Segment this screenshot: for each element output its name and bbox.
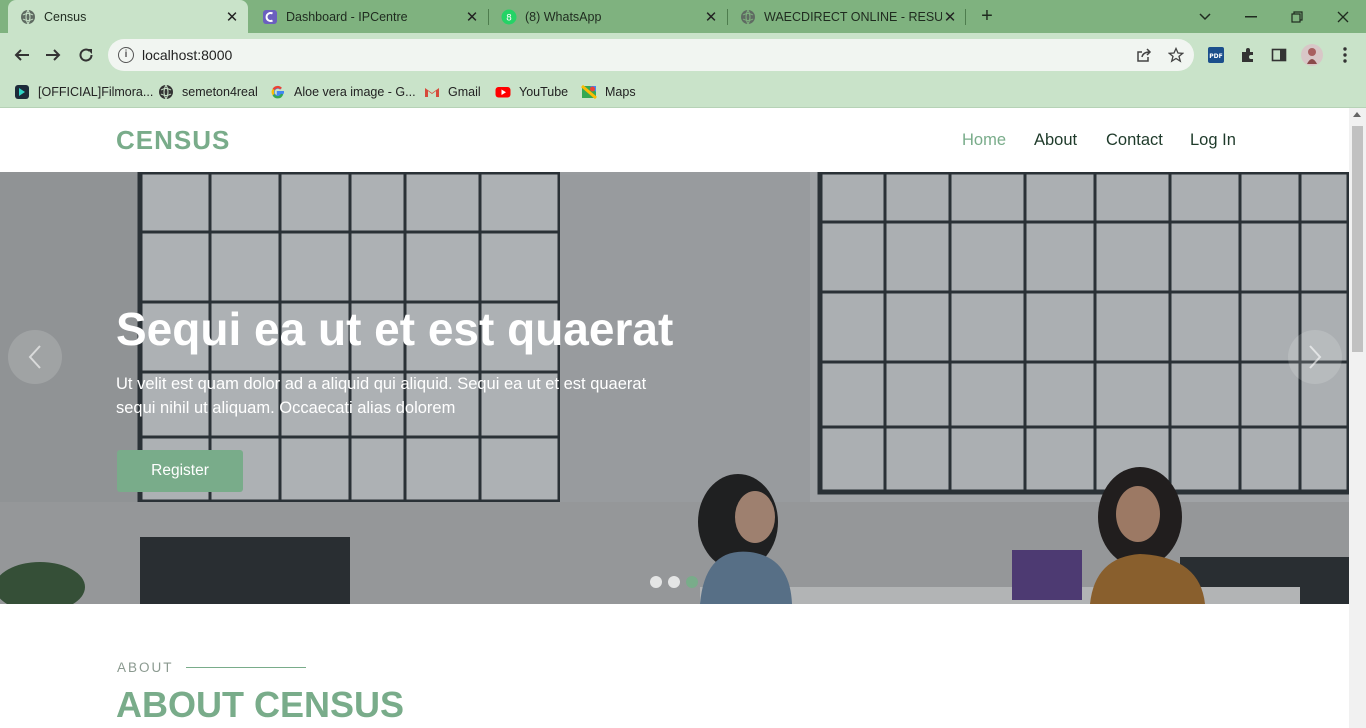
profile-avatar-icon[interactable]: [1301, 44, 1323, 66]
about-title: ABOUT CENSUS: [116, 684, 405, 725]
filmora-icon: [14, 84, 30, 100]
site-info-icon[interactable]: i: [118, 47, 134, 63]
share-icon[interactable]: [1135, 46, 1153, 64]
bookmark-label: semeton4real: [182, 85, 258, 99]
globe-icon: [158, 84, 174, 100]
gmail-icon: [424, 84, 440, 100]
bookmark-label: Maps: [605, 85, 636, 99]
carousel-next-button[interactable]: [1288, 330, 1342, 384]
svg-text:8: 8: [506, 13, 512, 23]
site-header: CENSUS Home About Contact Log In: [0, 108, 1349, 172]
restore-icon[interactable]: [1274, 0, 1320, 33]
globe-icon: [740, 9, 756, 25]
register-button[interactable]: Register: [117, 450, 243, 492]
scroll-up-arrow-icon[interactable]: [1353, 112, 1361, 117]
page-scrollbar[interactable]: [1349, 108, 1366, 728]
close-window-icon[interactable]: [1320, 0, 1366, 33]
pdf-extension-icon[interactable]: PDF: [1207, 46, 1225, 64]
scrollbar-thumb[interactable]: [1352, 126, 1363, 352]
bookmark-star-icon[interactable]: [1167, 46, 1185, 64]
tab-ipcentre[interactable]: Dashboard - IPCentre ✕: [250, 0, 488, 33]
browser-toolbar: i localhost:8000 PDF: [0, 33, 1366, 77]
extensions-puzzle-icon[interactable]: [1239, 46, 1257, 64]
about-label-text: ABOUT: [117, 660, 174, 675]
close-icon[interactable]: ✕: [224, 8, 240, 26]
bookmark-maps[interactable]: Maps: [581, 82, 636, 102]
tab-search-icon[interactable]: [1182, 0, 1228, 33]
bookmark-youtube[interactable]: YouTube: [495, 82, 568, 102]
chevron-left-icon: [28, 345, 41, 369]
nav-login[interactable]: Log In: [1190, 131, 1236, 150]
bookmark-filmora[interactable]: [OFFICIAL]Filmora...: [14, 82, 153, 102]
site-logo[interactable]: CENSUS: [116, 125, 230, 156]
tab-waecdirect[interactable]: WAECDIRECT ONLINE - RESULT C ✕: [728, 0, 966, 33]
bookmark-aloe-vera[interactable]: Aloe vera image - G...: [270, 82, 416, 102]
ipcentre-icon: [262, 9, 278, 25]
bookmark-label: Gmail: [448, 85, 481, 99]
about-divider: [185, 667, 306, 668]
kebab-menu-icon[interactable]: [1336, 46, 1354, 64]
globe-icon: [20, 9, 36, 25]
tab-strip: Census ✕ Dashboard - IPCentre ✕ 8 (8) Wh…: [0, 0, 1366, 33]
new-tab-button[interactable]: +: [976, 5, 998, 27]
carousel-dot-active[interactable]: [686, 576, 698, 588]
tab-whatsapp[interactable]: 8 (8) WhatsApp ✕: [489, 0, 727, 33]
nav-home[interactable]: Home: [962, 131, 1006, 150]
address-bar[interactable]: i localhost:8000: [108, 39, 1194, 71]
tab-title: WAECDIRECT ONLINE - RESULT C: [764, 9, 942, 24]
about-section-label: ABOUT: [117, 660, 306, 675]
reload-icon[interactable]: [73, 42, 99, 68]
carousel-prev-button[interactable]: [8, 330, 62, 384]
youtube-icon: [495, 84, 511, 100]
hero-description: Ut velit est quam dolor ad a aliquid qui…: [116, 375, 647, 417]
bookmark-label: [OFFICIAL]Filmora...: [38, 85, 154, 99]
bookmark-gmail[interactable]: Gmail: [424, 82, 481, 102]
maps-icon: [581, 84, 597, 100]
nav-about[interactable]: About: [1034, 131, 1077, 150]
bookmark-semeton4real[interactable]: semeton4real: [158, 82, 258, 102]
minimize-icon[interactable]: [1228, 0, 1274, 33]
close-icon[interactable]: ✕: [942, 8, 958, 26]
hero-title: Sequi ea ut et est quaerat: [116, 303, 674, 355]
bookmarks-bar: [OFFICIAL]Filmora... semeton4real Aloe v…: [0, 77, 1366, 108]
tab-census[interactable]: Census ✕: [8, 0, 248, 33]
whatsapp-icon: 8: [501, 9, 517, 25]
google-icon: [270, 84, 286, 100]
close-icon[interactable]: ✕: [703, 8, 719, 26]
bookmark-label: Aloe vera image - G...: [294, 85, 416, 99]
carousel-dot[interactable]: [668, 576, 680, 588]
carousel-indicators: [650, 576, 698, 588]
url-text: localhost:8000: [142, 47, 233, 63]
back-arrow-icon[interactable]: [9, 42, 35, 68]
close-icon[interactable]: ✕: [464, 8, 480, 26]
chevron-right-icon: [1309, 345, 1322, 369]
svg-text:PDF: PDF: [1209, 53, 1222, 60]
tab-title: Census: [44, 9, 87, 24]
bookmark-label: YouTube: [519, 85, 569, 99]
nav-contact[interactable]: Contact: [1106, 131, 1163, 150]
carousel-dot[interactable]: [650, 576, 662, 588]
side-panel-icon[interactable]: [1270, 46, 1288, 64]
page-viewport: CENSUS Home About Contact Log In Sequi e…: [0, 108, 1366, 728]
forward-arrow-icon[interactable]: [40, 42, 66, 68]
tab-title: (8) WhatsApp: [525, 9, 602, 24]
hero-carousel: Sequi ea ut et est quaerat Ut velit est …: [0, 172, 1349, 604]
tab-title: Dashboard - IPCentre: [286, 9, 408, 24]
tab-separator: [965, 9, 966, 25]
